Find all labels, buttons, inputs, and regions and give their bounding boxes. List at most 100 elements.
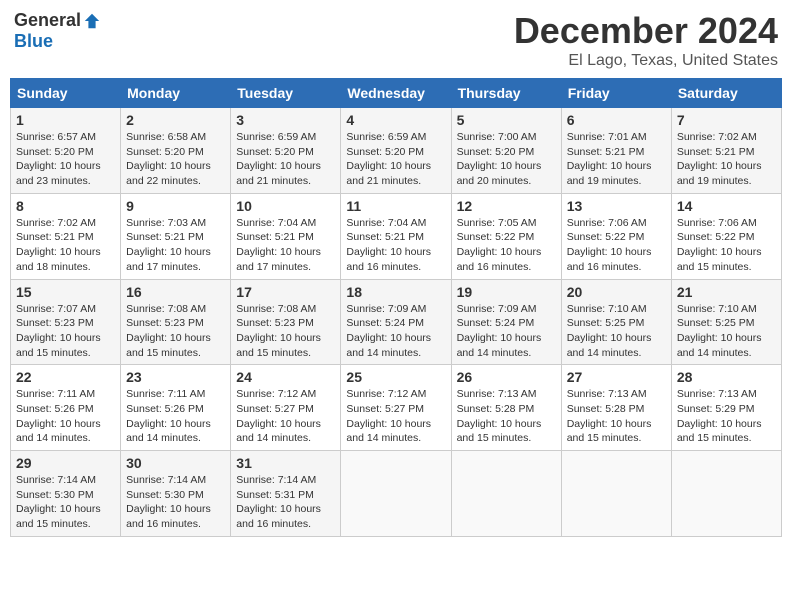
daylight-label: Daylight: 10 hours and 15 minutes. (16, 332, 101, 359)
daylight-label: Daylight: 10 hours and 19 minutes. (567, 160, 652, 187)
cell-content: Sunrise: 7:12 AM Sunset: 5:27 PM Dayligh… (236, 387, 335, 446)
sunset-label: Sunset: 5:28 PM (567, 403, 645, 415)
day-number: 9 (126, 198, 225, 214)
logo: General Blue (14, 10, 101, 52)
day-number: 25 (346, 369, 445, 385)
calendar-cell: 15 Sunrise: 7:07 AM Sunset: 5:23 PM Dayl… (11, 279, 121, 365)
sunset-label: Sunset: 5:22 PM (457, 231, 535, 243)
sunrise-label: Sunrise: 7:12 AM (346, 388, 426, 400)
day-number: 3 (236, 112, 335, 128)
day-number: 11 (346, 198, 445, 214)
calendar-cell: 29 Sunrise: 7:14 AM Sunset: 5:30 PM Dayl… (11, 451, 121, 537)
sunrise-label: Sunrise: 6:58 AM (126, 131, 206, 143)
sunrise-label: Sunrise: 7:07 AM (16, 303, 96, 315)
cell-content: Sunrise: 7:14 AM Sunset: 5:31 PM Dayligh… (236, 473, 335, 532)
calendar-week-row: 1 Sunrise: 6:57 AM Sunset: 5:20 PM Dayli… (11, 108, 782, 194)
sunset-label: Sunset: 5:21 PM (346, 231, 424, 243)
cell-content: Sunrise: 6:57 AM Sunset: 5:20 PM Dayligh… (16, 130, 115, 189)
logo-general-text: General (14, 10, 81, 31)
sunset-label: Sunset: 5:28 PM (457, 403, 535, 415)
sunrise-label: Sunrise: 7:01 AM (567, 131, 647, 143)
sunrise-label: Sunrise: 7:02 AM (677, 131, 757, 143)
sunset-label: Sunset: 5:21 PM (236, 231, 314, 243)
sunrise-label: Sunrise: 7:14 AM (16, 474, 96, 486)
sunset-label: Sunset: 5:20 PM (236, 146, 314, 158)
cell-content: Sunrise: 7:04 AM Sunset: 5:21 PM Dayligh… (346, 216, 445, 275)
day-number: 14 (677, 198, 776, 214)
calendar-cell: 22 Sunrise: 7:11 AM Sunset: 5:26 PM Dayl… (11, 365, 121, 451)
cell-content: Sunrise: 7:06 AM Sunset: 5:22 PM Dayligh… (677, 216, 776, 275)
sunrise-label: Sunrise: 6:59 AM (346, 131, 426, 143)
sunset-label: Sunset: 5:22 PM (567, 231, 645, 243)
calendar-cell: 31 Sunrise: 7:14 AM Sunset: 5:31 PM Dayl… (231, 451, 341, 537)
calendar-cell: 2 Sunrise: 6:58 AM Sunset: 5:20 PM Dayli… (121, 108, 231, 194)
daylight-label: Daylight: 10 hours and 14 minutes. (677, 332, 762, 359)
daylight-label: Daylight: 10 hours and 15 minutes. (126, 332, 211, 359)
daylight-label: Daylight: 10 hours and 14 minutes. (236, 418, 321, 445)
calendar-week-row: 8 Sunrise: 7:02 AM Sunset: 5:21 PM Dayli… (11, 193, 782, 279)
calendar-cell: 14 Sunrise: 7:06 AM Sunset: 5:22 PM Dayl… (671, 193, 781, 279)
sunrise-label: Sunrise: 7:10 AM (567, 303, 647, 315)
calendar-cell: 28 Sunrise: 7:13 AM Sunset: 5:29 PM Dayl… (671, 365, 781, 451)
day-number: 12 (457, 198, 556, 214)
calendar-cell: 3 Sunrise: 6:59 AM Sunset: 5:20 PM Dayli… (231, 108, 341, 194)
cell-content: Sunrise: 7:11 AM Sunset: 5:26 PM Dayligh… (126, 387, 225, 446)
calendar-cell: 23 Sunrise: 7:11 AM Sunset: 5:26 PM Dayl… (121, 365, 231, 451)
sunrise-label: Sunrise: 7:11 AM (126, 388, 205, 400)
col-thursday: Thursday (451, 79, 561, 108)
calendar-cell: 12 Sunrise: 7:05 AM Sunset: 5:22 PM Dayl… (451, 193, 561, 279)
sunset-label: Sunset: 5:20 PM (346, 146, 424, 158)
sunset-label: Sunset: 5:23 PM (16, 317, 94, 329)
calendar-table: Sunday Monday Tuesday Wednesday Thursday… (10, 78, 782, 537)
header-row: Sunday Monday Tuesday Wednesday Thursday… (11, 79, 782, 108)
cell-content: Sunrise: 7:13 AM Sunset: 5:28 PM Dayligh… (457, 387, 556, 446)
col-monday: Monday (121, 79, 231, 108)
daylight-label: Daylight: 10 hours and 17 minutes. (236, 246, 321, 273)
cell-content: Sunrise: 7:02 AM Sunset: 5:21 PM Dayligh… (16, 216, 115, 275)
day-number: 13 (567, 198, 666, 214)
daylight-label: Daylight: 10 hours and 17 minutes. (126, 246, 211, 273)
sunset-label: Sunset: 5:21 PM (567, 146, 645, 158)
daylight-label: Daylight: 10 hours and 21 minutes. (346, 160, 431, 187)
daylight-label: Daylight: 10 hours and 16 minutes. (236, 503, 321, 530)
calendar-cell: 8 Sunrise: 7:02 AM Sunset: 5:21 PM Dayli… (11, 193, 121, 279)
sunset-label: Sunset: 5:24 PM (457, 317, 535, 329)
cell-content: Sunrise: 7:00 AM Sunset: 5:20 PM Dayligh… (457, 130, 556, 189)
cell-content: Sunrise: 7:08 AM Sunset: 5:23 PM Dayligh… (126, 302, 225, 361)
day-number: 22 (16, 369, 115, 385)
sunset-label: Sunset: 5:30 PM (126, 489, 204, 501)
header: General Blue December 2024 El Lago, Texa… (10, 10, 782, 70)
daylight-label: Daylight: 10 hours and 14 minutes. (457, 332, 542, 359)
col-sunday: Sunday (11, 79, 121, 108)
day-number: 29 (16, 455, 115, 471)
day-number: 5 (457, 112, 556, 128)
day-number: 4 (346, 112, 445, 128)
cell-content: Sunrise: 7:06 AM Sunset: 5:22 PM Dayligh… (567, 216, 666, 275)
sunrise-label: Sunrise: 7:06 AM (567, 217, 647, 229)
col-tuesday: Tuesday (231, 79, 341, 108)
col-wednesday: Wednesday (341, 79, 451, 108)
day-number: 27 (567, 369, 666, 385)
calendar-cell: 9 Sunrise: 7:03 AM Sunset: 5:21 PM Dayli… (121, 193, 231, 279)
calendar-cell: 21 Sunrise: 7:10 AM Sunset: 5:25 PM Dayl… (671, 279, 781, 365)
cell-content: Sunrise: 7:13 AM Sunset: 5:28 PM Dayligh… (567, 387, 666, 446)
calendar-cell: 5 Sunrise: 7:00 AM Sunset: 5:20 PM Dayli… (451, 108, 561, 194)
cell-content: Sunrise: 7:09 AM Sunset: 5:24 PM Dayligh… (457, 302, 556, 361)
daylight-label: Daylight: 10 hours and 18 minutes. (16, 246, 101, 273)
calendar-cell: 11 Sunrise: 7:04 AM Sunset: 5:21 PM Dayl… (341, 193, 451, 279)
day-number: 24 (236, 369, 335, 385)
calendar-cell: 27 Sunrise: 7:13 AM Sunset: 5:28 PM Dayl… (561, 365, 671, 451)
title-area: December 2024 El Lago, Texas, United Sta… (514, 10, 778, 70)
sunrise-label: Sunrise: 7:04 AM (236, 217, 316, 229)
sunrise-label: Sunrise: 7:11 AM (16, 388, 95, 400)
cell-content: Sunrise: 7:12 AM Sunset: 5:27 PM Dayligh… (346, 387, 445, 446)
calendar-cell: 16 Sunrise: 7:08 AM Sunset: 5:23 PM Dayl… (121, 279, 231, 365)
cell-content: Sunrise: 7:08 AM Sunset: 5:23 PM Dayligh… (236, 302, 335, 361)
cell-content: Sunrise: 7:14 AM Sunset: 5:30 PM Dayligh… (16, 473, 115, 532)
logo-icon (83, 12, 101, 30)
daylight-label: Daylight: 10 hours and 15 minutes. (16, 503, 101, 530)
cell-content: Sunrise: 6:59 AM Sunset: 5:20 PM Dayligh… (346, 130, 445, 189)
day-number: 6 (567, 112, 666, 128)
daylight-label: Daylight: 10 hours and 15 minutes. (457, 418, 542, 445)
day-number: 16 (126, 284, 225, 300)
